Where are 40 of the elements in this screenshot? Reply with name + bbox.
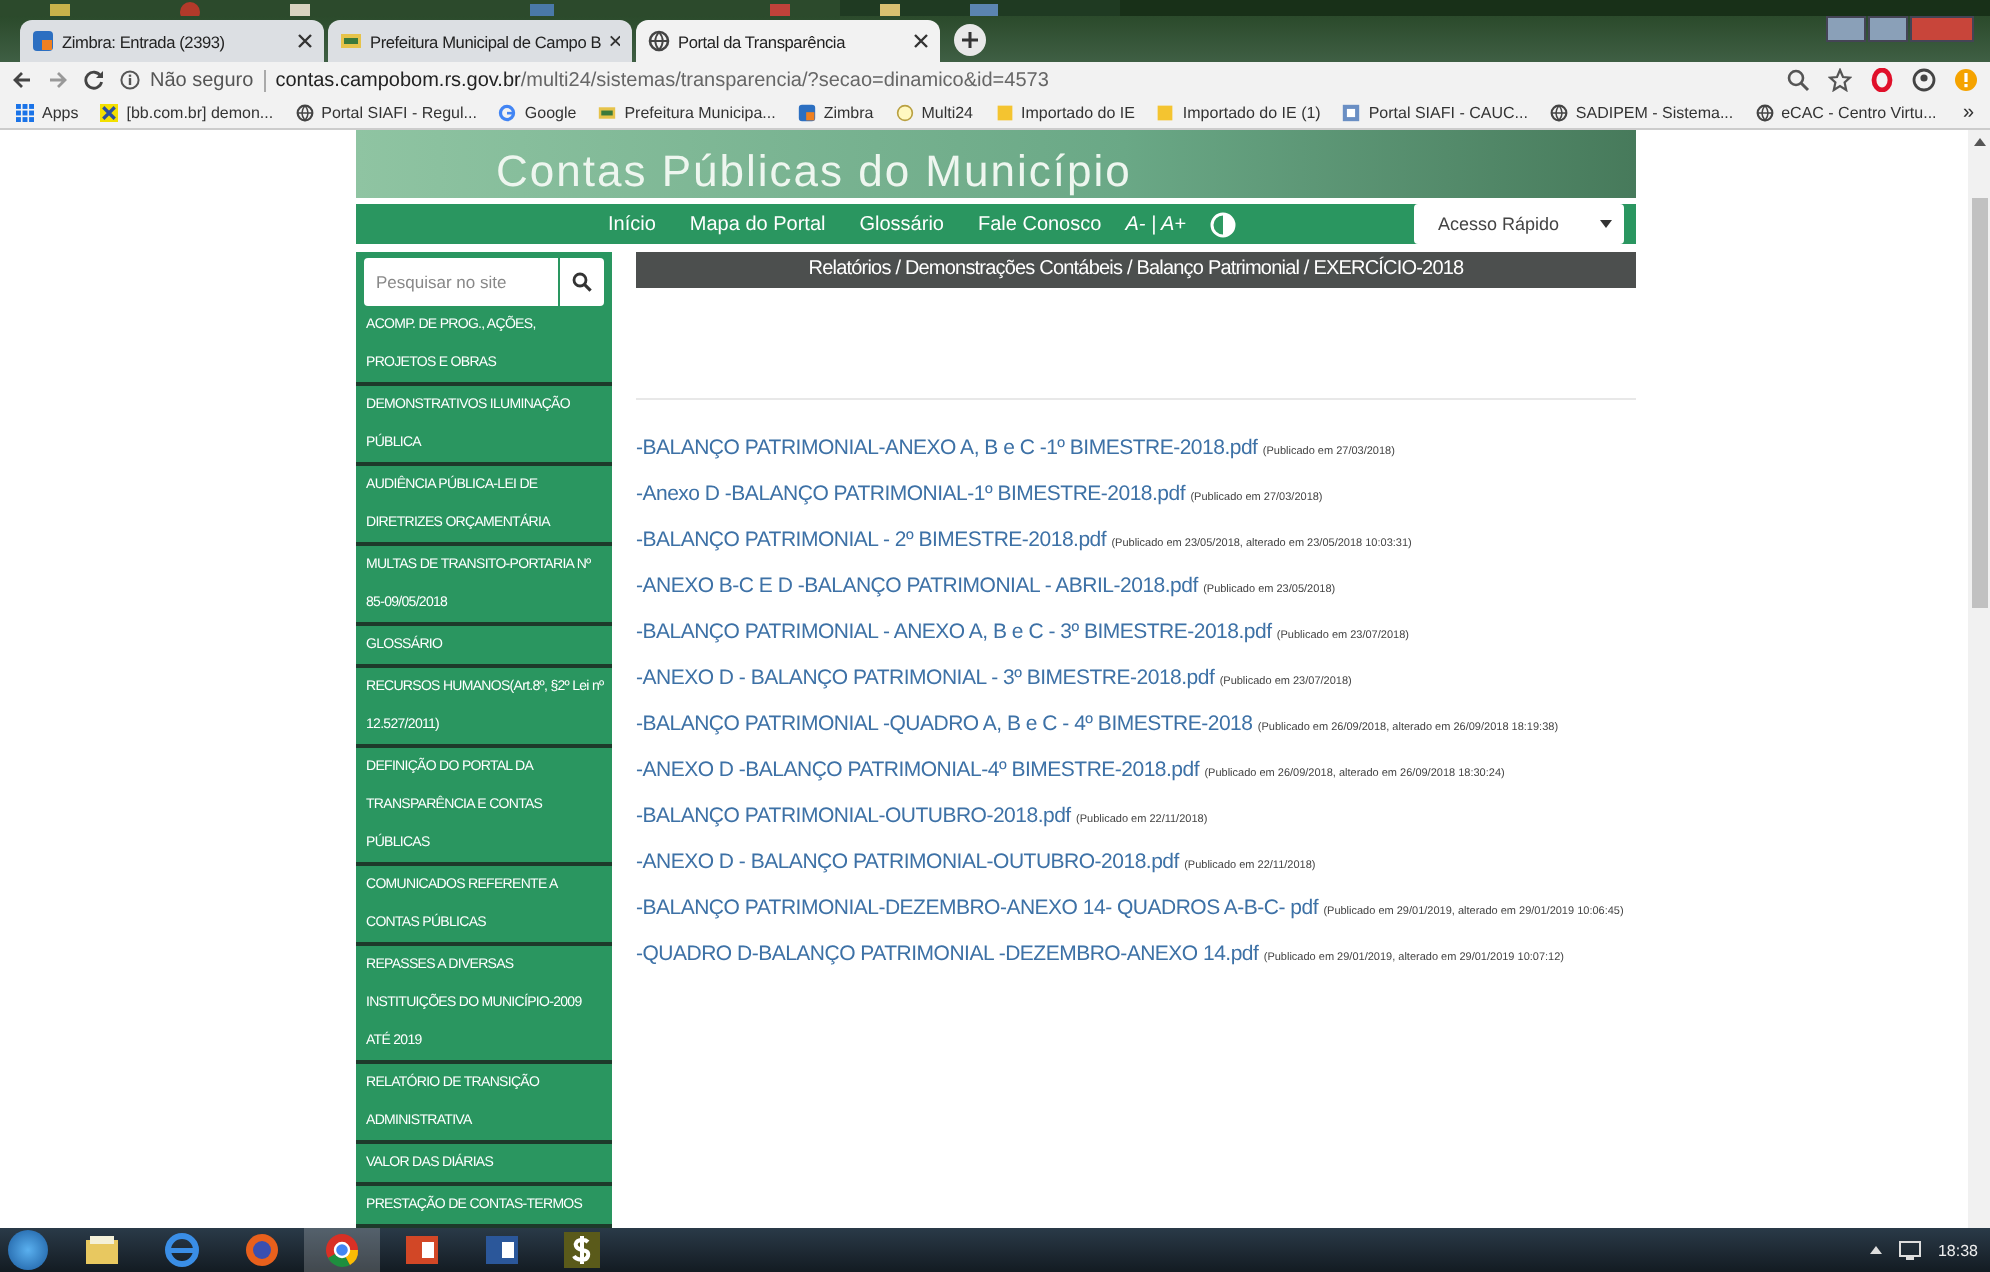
more-bookmarks-button[interactable]: »	[1962, 102, 1974, 124]
document-link[interactable]: -BALANÇO PATRIMONIAL - 2º BIMESTRE-2018.pdf	[636, 528, 1107, 552]
nav-link[interactable]: Mapa do Portal	[689, 213, 826, 235]
bookmark[interactable]: Portal SIAFI - CAUC...	[1342, 104, 1528, 122]
document-link[interactable]: -BALANÇO PATRIMONIAL-ANEXO A, B e C -1º BIMESTRE-2018.pdf	[636, 436, 1258, 460]
nav-link[interactable]: Início	[608, 213, 656, 235]
bookmark[interactable]: Google	[498, 104, 577, 122]
document-link[interactable]: -BALANÇO PATRIMONIAL -QUADRO A, B e C - 4º BIMESTRE-2018	[636, 712, 1253, 736]
bookmark[interactable]: Importado do IE (1)	[1156, 104, 1321, 122]
banner-title: Contas Públicas do Município	[496, 146, 1132, 198]
bookmark[interactable]: Prefeitura Municipa...	[598, 104, 776, 122]
security-label: Não seguro	[150, 69, 254, 91]
document-link[interactable]: -ANEXO B-C E D -BALANÇO PATRIMONIAL - ABRIL-2018.pdf	[636, 574, 1198, 598]
bookmark[interactable]: [bb.com.br] demon...	[100, 104, 274, 122]
browser-tab[interactable]: Prefeitura Municipal de Campo B	[328, 20, 632, 62]
bookmark[interactable]: Zimbra	[797, 104, 874, 122]
quick-access-dropdown[interactable]: Acesso Rápido	[1414, 204, 1624, 244]
document-link[interactable]: -ANEXO D - BALANÇO PATRIMONIAL-OUTUBRO-2018.pdf	[636, 850, 1179, 874]
bookmark[interactable]: Multi24	[895, 104, 973, 122]
nav-link[interactable]: Glossário	[859, 213, 944, 235]
document-link[interactable]: -BALANÇO PATRIMONIAL-DEZEMBRO-ANEXO 14- QUADROS A-B-C- pdf	[636, 896, 1319, 920]
bookmark[interactable]: SADIPEM - Sistema...	[1549, 104, 1734, 122]
document-link[interactable]: -Anexo D -BALANÇO PATRIMONIAL-1º BIMESTRE-2018.pdf	[636, 482, 1186, 506]
bookmark[interactable]: Apps	[16, 104, 79, 122]
document-link[interactable]: -BALANÇO PATRIMONIAL - ANEXO A, B e C - 3º BIMESTRE-2018.pdf	[636, 620, 1272, 644]
url-text: contas.campobom.rs.gov.br/multi24/sistemas/transparencia/?secao=dinamico&id=4573	[275, 69, 1049, 91]
font-size-controls[interactable]: A- | A+	[1125, 213, 1186, 235]
document-link[interactable]: -BALANÇO PATRIMONIAL-OUTUBRO-2018.pdf	[636, 804, 1071, 828]
browser-tab[interactable]: Portal da Transparência	[636, 20, 940, 62]
clock[interactable]: 18:38	[1937, 1241, 1978, 1259]
nav-link[interactable]: Fale Conosco	[977, 213, 1102, 235]
browser-tab[interactable]: Zimbra: Entrada (2393)	[20, 20, 324, 62]
document-link[interactable]: -QUADRO D-BALANÇO PATRIMONIAL -DEZEMBRO-ANEXO 14.pdf	[636, 942, 1259, 966]
bookmark[interactable]: Importado do IE	[995, 104, 1135, 122]
bookmark[interactable]: eCAC - Centro Virtu...	[1755, 104, 1937, 122]
document-link[interactable]: -ANEXO D -BALANÇO PATRIMONIAL-4º BIMESTRE-2018.pdf	[636, 758, 1200, 782]
bookmark[interactable]: Portal SIAFI - Regul...	[295, 104, 477, 122]
search-field[interactable]: Pesquisar no site	[364, 258, 558, 306]
breadcrumb-bar: Relatórios / Demonstrações Contábeis / Balanço Patrimonial / EXERCÍCIO-2018	[636, 252, 1636, 288]
document-link[interactable]: -ANEXO D - BALANÇO PATRIMONIAL - 3º BIMESTRE-2018.pdf	[636, 666, 1215, 690]
